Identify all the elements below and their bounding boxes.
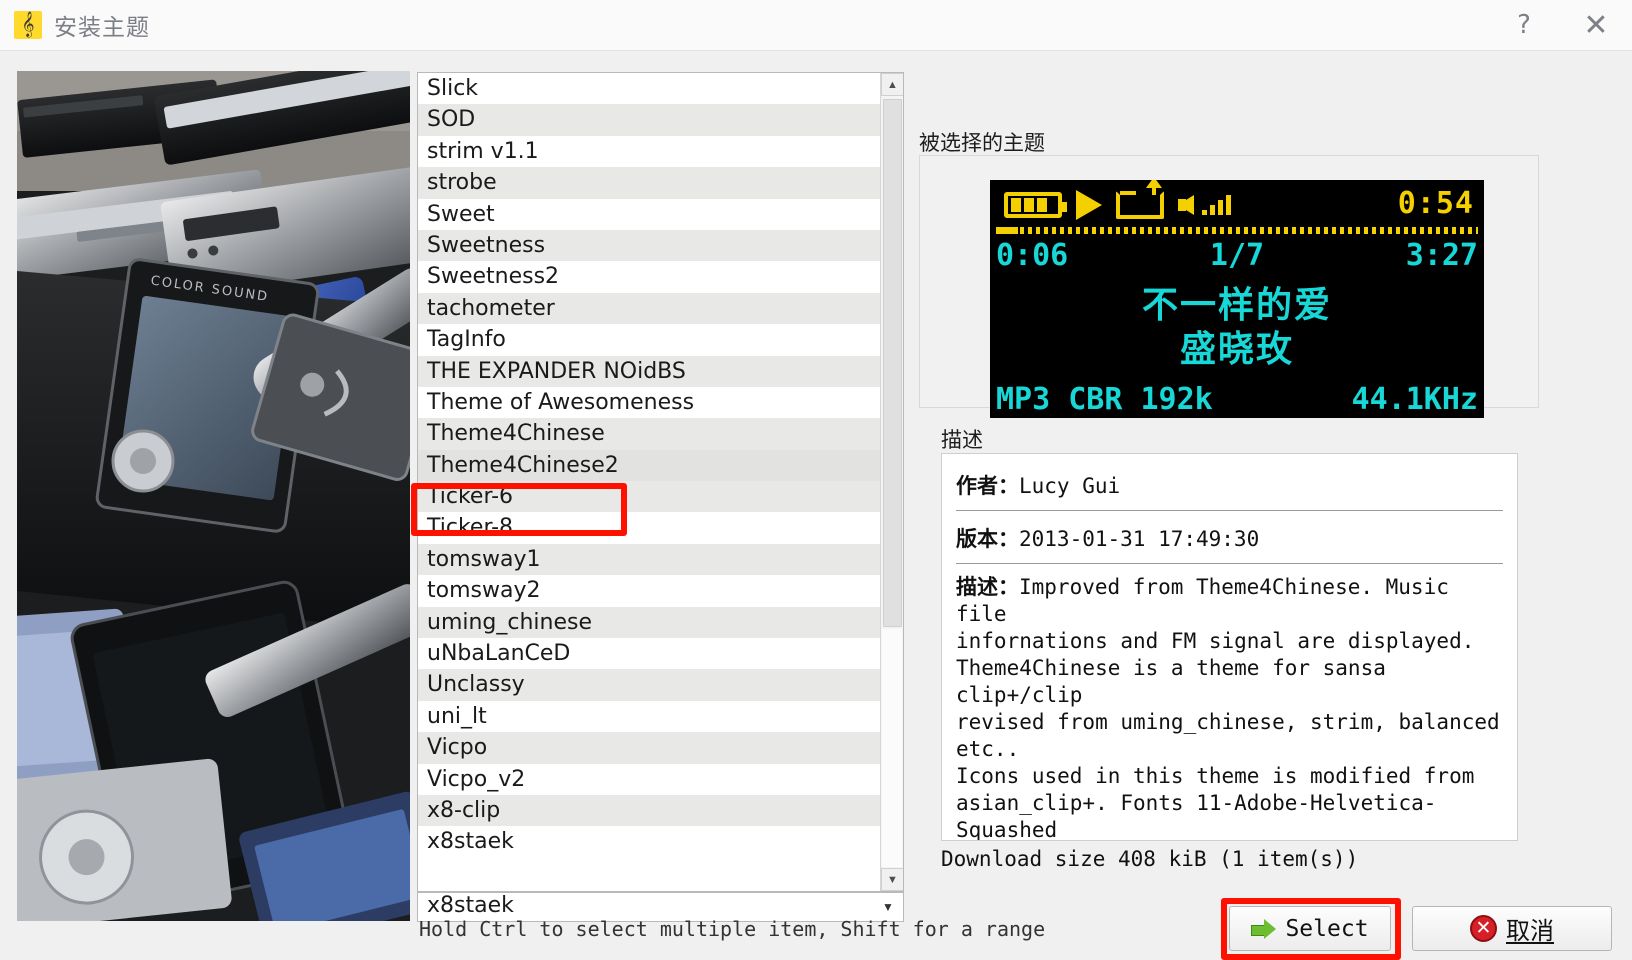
divider-2 <box>956 563 1503 564</box>
divider-1 <box>956 510 1503 511</box>
theme-combo-value: x8staek <box>427 892 514 918</box>
list-item[interactable]: Sweetness2 <box>418 261 881 292</box>
list-item[interactable]: tomsway2 <box>418 575 881 606</box>
preview-status-row: 0:54 <box>990 180 1484 226</box>
cancel-button-label: 取消 <box>1506 917 1554 945</box>
scroll-down-icon[interactable]: ▼ <box>881 868 903 891</box>
list-item[interactable]: SOD <box>418 104 881 136</box>
list-item[interactable]: THE EXPANDER NOidBS <box>418 355 881 387</box>
title-bar: 𝄞 安装主题 ? ✕ <box>0 0 1632 51</box>
list-item[interactable]: TagInfo <box>418 324 881 355</box>
preview-elapsed: 0:06 <box>996 238 1069 273</box>
scrollbar-track[interactable] <box>882 629 902 867</box>
theme-preview-screen: 0:54 0:06 1/7 3:27 不一样的爱 盛晓玫 MP3 CBR 192… <box>990 180 1484 418</box>
list-item[interactable]: Slick <box>418 73 881 104</box>
list-item[interactable]: strobe <box>418 167 881 199</box>
theme-list-scrollbar[interactable]: ▲ ▼ <box>880 73 903 891</box>
list-item[interactable]: Unclassy <box>418 669 881 701</box>
preview-artist: 盛晓玫 <box>1179 329 1294 370</box>
version-key: 版本： <box>956 527 1019 551</box>
volume-icon <box>1178 190 1242 220</box>
list-item[interactable]: uNbaLanCeD <box>418 638 881 669</box>
green-arrow-icon <box>1251 918 1277 939</box>
version-value: 2013-01-31 17:49:30 <box>1019 527 1260 551</box>
list-item[interactable]: Sweet <box>418 199 881 230</box>
list-item[interactable]: tachometer <box>418 292 881 325</box>
list-item[interactable]: Vicpo_v2 <box>418 764 881 795</box>
version-row: 版本：2013-01-31 17:49:30 <box>956 517 1503 563</box>
preview-track-position: 1/7 <box>1209 238 1265 273</box>
list-item[interactable]: uni_lt <box>418 701 881 732</box>
list-item[interactable]: Theme4Chinese <box>418 418 881 450</box>
theme-list-items[interactable]: Slick SOD strim v1.1 strobe Sweet Sweetness Sw… <box>418 73 881 858</box>
description-key: 描述： <box>956 575 1019 599</box>
theme-preview-panel: 0:54 0:06 1/7 3:27 不一样的爱 盛晓玫 MP3 CBR 192… <box>919 155 1539 418</box>
preview-clock: 0:54 <box>1397 186 1474 221</box>
description-panel: 作者：Lucy Gui 版本：2013-01-31 17:49:30 描述：Im… <box>941 453 1518 841</box>
download-size: Download size 408 kiB (1 item(s)) <box>941 847 1359 871</box>
list-item[interactable]: x8staek <box>418 826 881 857</box>
author-key: 作者： <box>956 474 1019 498</box>
author-value: Lucy Gui <box>1019 474 1121 498</box>
play-icon <box>1076 190 1102 220</box>
theme-list[interactable]: Slick SOD strim v1.1 strobe Sweet Sweetness Sw… <box>417 72 904 892</box>
list-item[interactable]: Ticker-8 <box>418 512 881 543</box>
list-item[interactable]: strim v1.1 <box>418 136 881 167</box>
preview-codec-row: MP3 CBR 192k 44.1KHz <box>990 382 1484 417</box>
scrollbar-thumb[interactable] <box>883 99 902 627</box>
list-item[interactable]: uming_chinese <box>418 606 881 639</box>
preview-samplerate: 44.1KHz <box>1351 382 1478 417</box>
preview-codec-info: MP3 CBR 192k <box>996 382 1213 417</box>
red-x-icon: ✕ <box>1470 915 1497 942</box>
close-button[interactable]: ✕ <box>1560 0 1632 51</box>
list-item[interactable]: tomsway1 <box>418 543 881 576</box>
repeat-icon <box>1116 180 1164 219</box>
window-title: 安装主题 <box>54 15 150 41</box>
scroll-up-icon[interactable]: ▲ <box>881 73 903 96</box>
preview-progress-bar <box>996 227 1478 234</box>
list-item[interactable]: Sweetness <box>418 229 881 262</box>
selection-hint: Hold Ctrl to select multiple item, Shift… <box>419 917 1046 941</box>
description-text: 描述：Improved from Theme4Chinese. Music fi… <box>956 570 1503 840</box>
device-photo: COLOR SOUND PHILIPS <box>17 71 410 921</box>
description-value: Improved from Theme4Chinese. Music file … <box>956 575 1500 841</box>
device-photo-image: COLOR SOUND PHILIPS <box>17 71 410 921</box>
preview-total-time: 3:27 <box>1405 238 1478 273</box>
author-row: 作者：Lucy Gui <box>956 464 1503 510</box>
list-item[interactable]: Theme of Awesomeness <box>418 387 881 418</box>
list-item[interactable]: Theme4Chinese2 <box>418 449 881 482</box>
select-button[interactable]: Select <box>1229 906 1391 951</box>
cancel-button[interactable]: ✕ 取消 <box>1412 906 1612 951</box>
list-item[interactable]: x8-clip <box>418 794 881 827</box>
battery-icon <box>1004 192 1067 218</box>
select-button-label: Select <box>1285 915 1369 942</box>
music-note-icon: 𝄞 <box>14 11 42 39</box>
help-button[interactable]: ? <box>1488 0 1560 51</box>
preview-time-row: 0:06 1/7 3:27 <box>990 238 1484 276</box>
list-item[interactable]: Ticker-6 <box>418 481 881 513</box>
dialog-body: COLOR SOUND PHILIPS <box>0 51 1632 960</box>
selected-theme-label: 被选择的主题 <box>919 131 1045 155</box>
list-item[interactable]: Vicpo <box>418 732 881 764</box>
description-label: 描述 <box>941 428 983 452</box>
